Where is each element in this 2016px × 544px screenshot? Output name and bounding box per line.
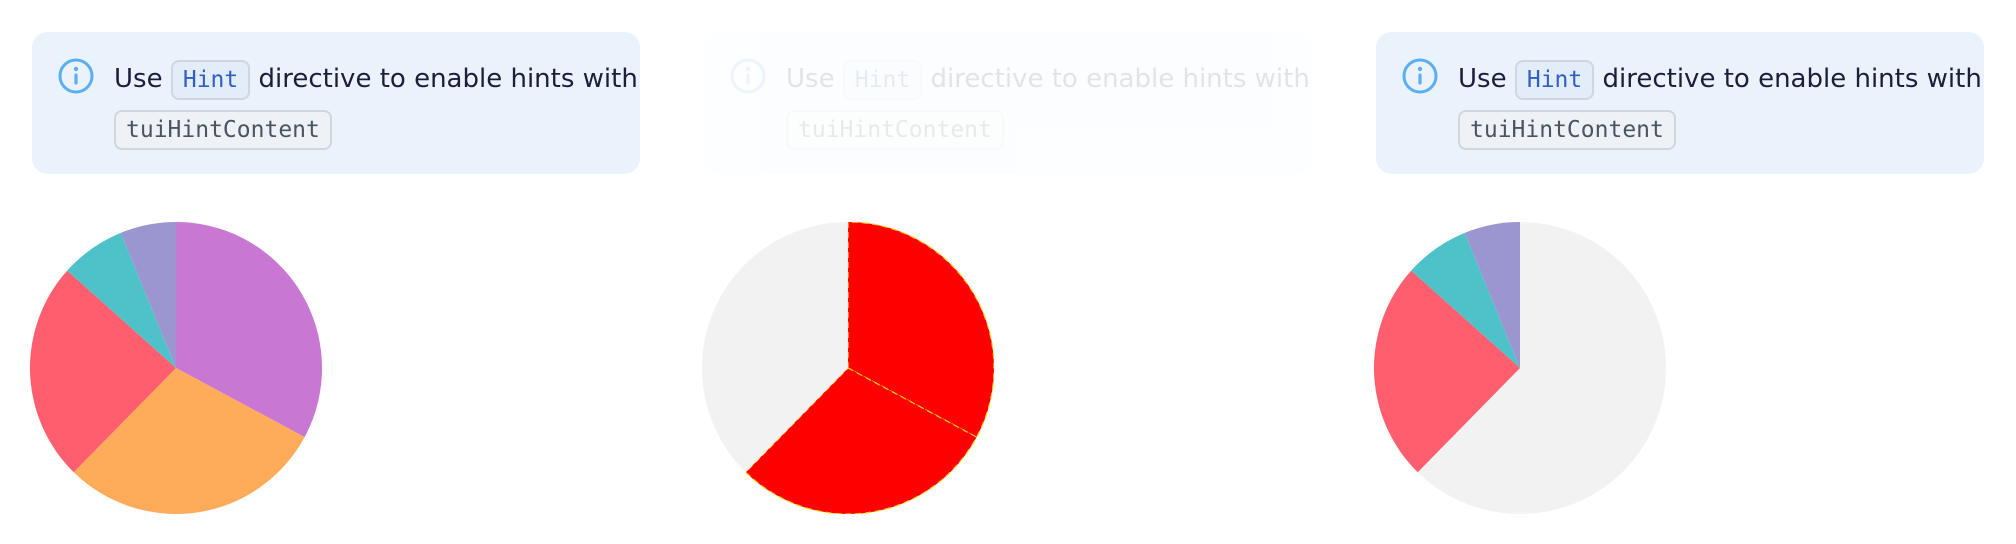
hint-content-code-tag: tuiHintContent — [114, 109, 332, 150]
hint-content-code-tag: tuiHintContent — [1458, 109, 1676, 150]
info-icon — [58, 58, 94, 94]
hint-code-tag: Hint — [842, 59, 923, 100]
notification-text-use: Use — [786, 64, 835, 94]
info-icon — [730, 58, 766, 94]
hint-notification: Use Hint directive to enable hints with … — [1376, 32, 1984, 174]
hint-notification: Use Hint directive to enable hints with … — [32, 32, 640, 174]
info-icon — [1402, 58, 1438, 94]
notification-text-directive: directive to enable hints with — [258, 64, 638, 94]
hint-code-tag: Hint — [1514, 59, 1595, 100]
notification-text-directive: directive to enable hints with — [930, 64, 1310, 94]
notification-line-1: Use Hint directive to enable hints with — [1458, 54, 1982, 104]
pie-chart-demo-row: Use Hint directive to enable hints with … — [0, 0, 2016, 544]
pie-chart[interactable] — [30, 222, 322, 514]
pie-chart-hovered[interactable] — [702, 222, 994, 514]
notification-line-2: tuiHintContent — [786, 104, 1292, 154]
pie-chart[interactable] — [1374, 222, 1666, 514]
notification-line-1: Use Hint directive to enable hints with — [786, 54, 1310, 104]
notification-line-2: tuiHintContent — [114, 104, 620, 154]
notification-text-directive: directive to enable hints with — [1602, 64, 1982, 94]
hint-notification: Use Hint directive to enable hints with … — [704, 32, 1312, 174]
notification-line-1: Use Hint directive to enable hints with — [114, 54, 638, 104]
demo-panel-2: Use Hint directive to enable hints with … — [672, 0, 1344, 544]
demo-panel-1: Use Hint directive to enable hints with … — [0, 0, 672, 544]
notification-text-use: Use — [114, 64, 163, 94]
notification-text-use: Use — [1458, 64, 1507, 94]
hint-code-tag: Hint — [170, 59, 251, 100]
notification-line-2: tuiHintContent — [1458, 104, 1964, 154]
hint-content-code-tag: tuiHintContent — [786, 109, 1004, 150]
demo-panel-3: Use Hint directive to enable hints with … — [1344, 0, 2016, 544]
